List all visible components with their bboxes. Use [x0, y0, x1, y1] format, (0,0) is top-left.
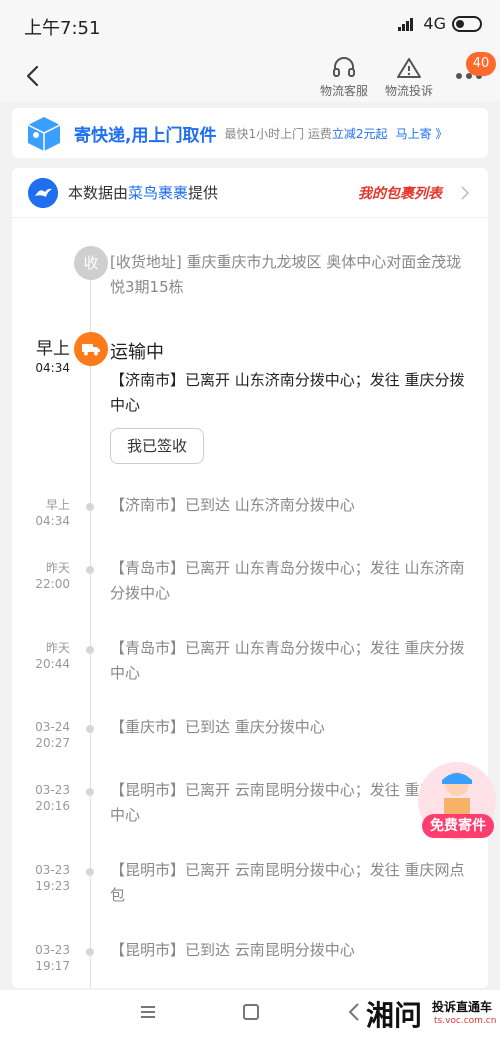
status-indicators: 4G	[398, 14, 482, 33]
watermark: 湘问 投诉直通车 ts.voc.com.cn	[366, 994, 496, 1034]
system-back-icon[interactable]	[348, 1002, 360, 1022]
event-time: 19:17	[35, 959, 70, 973]
event-date: 昨天 20:44	[12, 640, 70, 672]
event-time: 04:34	[35, 514, 70, 528]
event-time: 20:16	[35, 799, 70, 813]
timeline-line	[90, 268, 91, 988]
chevron-right-icon[interactable]	[460, 185, 470, 201]
event-time: 20:27	[35, 736, 70, 750]
parcel-box-icon	[27, 117, 61, 151]
free-send-label[interactable]: 免费寄件	[422, 814, 494, 838]
current-event-day: 早上	[36, 339, 70, 359]
event-text: 【重庆市】已到达 重庆分拨中心	[110, 718, 325, 736]
event-day: 03-23	[35, 943, 70, 957]
event-date: 早上 04:34	[12, 497, 70, 529]
event-day: 昨天	[45, 561, 70, 575]
source-suffix: 提供	[188, 184, 219, 202]
watermark-slogan: 投诉直通车	[432, 1000, 493, 1014]
event-date: 03-23 20:16	[12, 782, 70, 814]
current-event-time: 04:34	[35, 361, 70, 375]
data-source-text: 本数据由菜鸟裹裹提供	[68, 182, 218, 203]
event-text: 【济南市】已到达 山东济南分拨中心	[110, 496, 355, 514]
timeline-dot	[86, 725, 94, 733]
battery-icon	[452, 15, 482, 32]
event-time: 20:44	[35, 657, 70, 671]
event-date: 03-23 19:23	[12, 862, 70, 894]
pickup-promo-banner[interactable]: 寄快递,用上门取件 最快1小时上门 运费立减2元起 马上寄 》	[12, 108, 488, 158]
event-time: 22:00	[35, 577, 70, 591]
watermark-logo: 湘问	[366, 999, 423, 1032]
network-type: 4G	[423, 14, 446, 33]
status-bar: 上午7:51 4G	[0, 0, 500, 52]
current-event-text: 【济南市】已离开 山东济南分拨中心；发往 重庆分拨中心	[110, 371, 465, 414]
logistics-complaint-label: 物流投诉	[385, 84, 434, 98]
home-icon[interactable]	[243, 1004, 259, 1020]
current-event-date: 早上 04:34	[12, 338, 70, 376]
event-text: 【青岛市】已离开 山东青岛分拨中心；发往 山东济南分拨中心	[110, 559, 465, 602]
my-parcel-list-link[interactable]: 我的包裹列表	[358, 183, 442, 203]
source-prefix: 本数据由	[68, 184, 129, 202]
headset-icon	[333, 57, 355, 77]
event-day: 03-24	[35, 720, 70, 734]
top-nav: 物流客服 物流投诉 40	[0, 52, 500, 102]
tracking-card: 本数据由菜鸟裹裹提供 我的包裹列表 收 [收货地址] 重庆重庆市九龙坡区 奥体中…	[12, 168, 488, 988]
event-day: 03-23	[35, 863, 70, 877]
promo-subtitle: 最快1小时上门 运费立减2元起	[224, 125, 387, 142]
event-text: 【昆明市】已离开 云南昆明分拨中心；发往 重庆网点包	[110, 861, 465, 904]
timeline-dot	[86, 503, 94, 511]
status-time: 上午7:51	[24, 18, 101, 39]
event-date: 03-24 20:27	[12, 719, 70, 751]
event-day: 03-23	[35, 783, 70, 797]
warning-icon	[397, 58, 421, 78]
promo-discount: 立减2元起	[331, 126, 388, 141]
timeline-dot	[86, 788, 94, 796]
promo-subtitle-prefix: 最快1小时上门 运费	[224, 126, 332, 141]
event-text: 【昆明市】已离开 云南昆明分拨中心；发往 重庆分拨中心	[110, 781, 465, 824]
timeline-dot	[86, 646, 94, 654]
event-date: 昨天 22:00	[12, 560, 70, 592]
notification-badge: 40	[466, 52, 496, 76]
receive-address-text: [收货地址] 重庆重庆市九龙坡区 奥体中心对面金茂珑悦3期15栋	[110, 253, 462, 296]
signal-icon	[398, 17, 414, 31]
logistics-service-button[interactable]: 物流客服	[320, 56, 368, 99]
event-text: 【昆明市】已到达 云南昆明分拨中心	[110, 941, 355, 959]
logistics-service-label: 物流客服	[320, 84, 369, 98]
logistics-complaint-button[interactable]: 物流投诉	[385, 56, 433, 99]
source-name: 菜鸟裹裹	[128, 184, 189, 202]
event-day: 昨天	[45, 641, 70, 655]
data-source-row: 本数据由菜鸟裹裹提供 我的包裹列表	[12, 168, 488, 218]
promo-title: 寄快递,用上门取件	[74, 125, 217, 146]
event-date: 03-23 19:17	[12, 942, 70, 974]
back-arrow-icon[interactable]	[22, 64, 46, 88]
truck-icon	[74, 332, 108, 366]
event-day: 早上	[45, 498, 70, 512]
current-status: 运输中	[110, 342, 164, 363]
send-now-link[interactable]: 马上寄 》	[396, 125, 448, 142]
event-text: 【青岛市】已离开 山东青岛分拨中心；发往 重庆分拨中心	[110, 639, 465, 682]
event-time: 19:23	[35, 879, 70, 893]
menu-icon[interactable]	[140, 1004, 156, 1020]
receive-address-icon: 收	[74, 246, 108, 280]
timeline-dot	[86, 868, 94, 876]
confirm-received-button[interactable]: 我已签收	[110, 428, 204, 464]
timeline-dot	[86, 948, 94, 956]
watermark-url: ts.voc.com.cn	[434, 1016, 497, 1026]
timeline-dot	[86, 566, 94, 574]
cainiao-logo-icon	[28, 177, 58, 208]
